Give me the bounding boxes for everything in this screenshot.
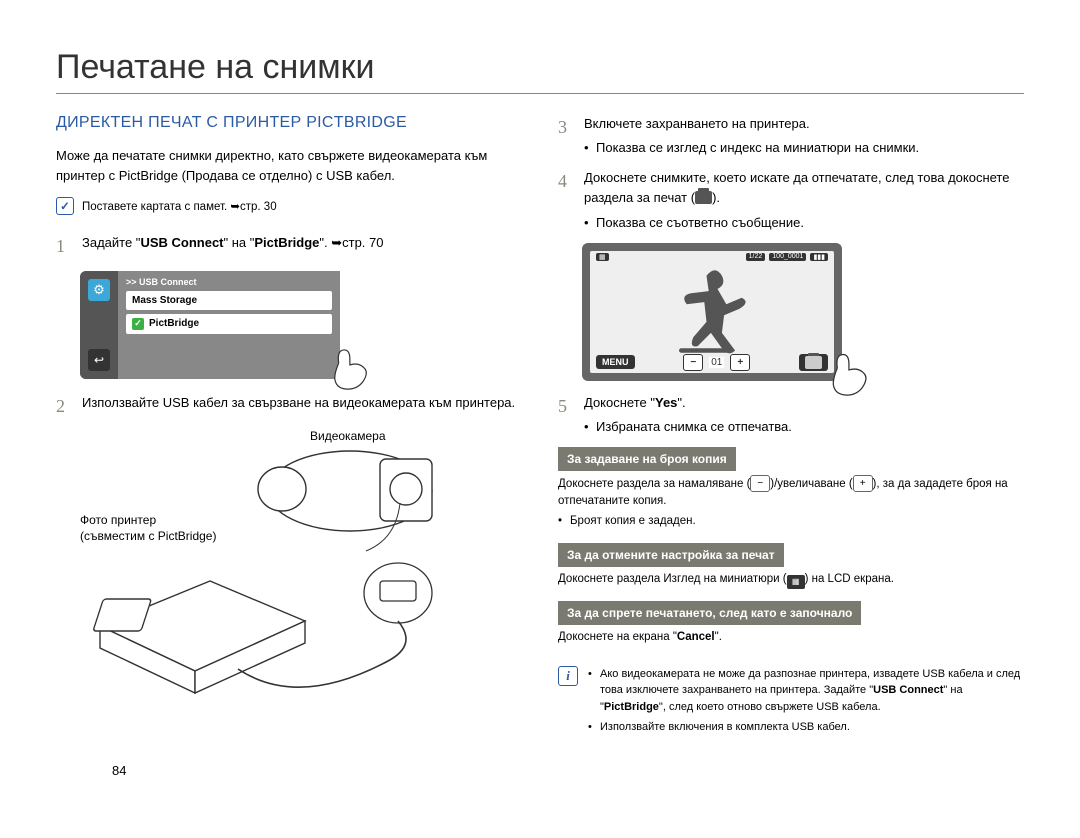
tip-copies-heading: За задаване на броя копия <box>558 447 736 471</box>
thumbnail-icon: ▦ <box>787 575 805 589</box>
check-icon: ✓ <box>132 318 144 330</box>
printer-icon <box>695 191 712 204</box>
steps-right: 3 Включете захранването на принтера. Пок… <box>558 114 1024 233</box>
step-number: 1 <box>56 233 72 261</box>
step-4-text: Докоснете снимките, което искате да отпе… <box>584 170 1009 205</box>
preview-top-bar: ▦ 1/22 100_0001 ▮▮▮ <box>596 253 828 261</box>
section-heading: ДИРЕКТЕН ПЕЧАТ С ПРИНТЕР PICTBRIDGE <box>56 114 522 132</box>
photo-preview-screen: ▦ 1/22 100_0001 ▮▮▮ MENU − 01 + <box>582 243 842 381</box>
tip-copies-body: Докоснете раздела за намаляване (−)/увел… <box>558 471 1024 533</box>
touch-hand-icon <box>320 335 376 391</box>
usb-item-mass-storage: Mass Storage <box>126 291 332 310</box>
step-4-bullet: Показва се съответно съобщение. <box>584 213 1024 233</box>
back-icon: ↩ <box>88 349 110 371</box>
step-3: 3 Включете захранването на принтера. Пок… <box>558 114 1024 158</box>
intro-paragraph: Може да печатате снимки директно, като с… <box>56 146 522 185</box>
minus-icon: − <box>750 475 770 492</box>
info-icon: i <box>558 666 578 686</box>
step-2: 2 Използвайте USB кабел за свързване на … <box>56 393 522 421</box>
step-number: 2 <box>56 393 72 421</box>
step-5-text: Докоснете "Yes". <box>584 395 686 410</box>
step-4: 4 Докоснете снимките, което искате да от… <box>558 168 1024 232</box>
tip-cancel-heading: За да отмените настройка за печат <box>558 543 784 567</box>
steps-left: 1 Задайте "USB Connect" на "PictBridge".… <box>56 233 522 261</box>
step-3-text: Включете захранването на принтера. <box>584 116 810 131</box>
gear-icon: ⚙ <box>88 279 110 301</box>
step-number: 3 <box>558 114 574 158</box>
touch-hand-icon <box>818 339 876 397</box>
usb-screen-sidebar: ⚙ ↩ <box>80 271 118 379</box>
tip-copies-bullet: Броят копия е зададен. <box>558 513 1024 530</box>
usb-screen-title: >> USB Connect <box>126 277 332 287</box>
left-column: ДИРЕКТЕН ПЕЧАТ С ПРИНТЕР PICTBRIDGE Може… <box>56 114 522 740</box>
step-5: 5 Докоснете "Yes". Избраната снимка се о… <box>558 393 1024 437</box>
step-number: 5 <box>558 393 574 437</box>
memory-card-note: ✓ Поставете картата с памет. ➥стр. 30 <box>56 197 522 215</box>
tip-copies: За задаване на броя копия Докоснете разд… <box>558 447 1024 533</box>
memory-card-note-text: Поставете картата с памет. ➥стр. 30 <box>82 199 277 213</box>
step-2-text: Използвайте USB кабел за свързване на ви… <box>82 393 522 421</box>
connection-illustration: Видеокамера Фото принтер (съвместим с Pi… <box>80 431 500 701</box>
bottom-note-1: Ако видеокамерата не може да разпознае п… <box>588 666 1024 716</box>
menu-button: MENU <box>596 355 635 369</box>
tip-stop-heading: За да спрете печатането, след като е зап… <box>558 601 861 625</box>
plus-icon: + <box>853 475 873 492</box>
usb-connect-screen: ⚙ ↩ >> USB Connect Mass Storage ✓ PictBr… <box>80 271 340 379</box>
skater-silhouette-icon <box>657 262 767 362</box>
preview-bottom-bar: MENU − 01 + <box>596 354 828 371</box>
tip-cancel-body: Докоснете раздела Изглед на миниатюри (▦… <box>558 567 1024 591</box>
decrease-copies-button: − <box>683 354 703 371</box>
battery-icon: ▮▮▮ <box>810 253 828 261</box>
step-number: 4 <box>558 168 574 232</box>
page-title: Печатане на снимки <box>56 48 1024 94</box>
usb-screen-main: >> USB Connect Mass Storage ✓ PictBridge <box>118 271 340 379</box>
preview-counter: 1/22 <box>746 253 766 261</box>
steps-left-2: 2 Използвайте USB кабел за свързване на … <box>56 393 522 421</box>
steps-right-2: 5 Докоснете "Yes". Избраната снимка се о… <box>558 393 1024 437</box>
bottom-note-2: Използвайте включения в комплекта USB ка… <box>588 719 1024 736</box>
check-icon: ✓ <box>56 197 74 215</box>
usb-item-pictbridge: ✓ PictBridge <box>126 314 332 334</box>
step-1: 1 Задайте "USB Connect" на "PictBridge".… <box>56 233 522 261</box>
copies-count: 01 <box>709 357 724 368</box>
step-5-bullet: Избраната снимка се отпечатва. <box>584 417 1024 437</box>
step-3-bullet: Показва се изглед с индекс на миниатюри … <box>584 138 1024 158</box>
two-column-layout: ДИРЕКТЕН ПЕЧАТ С ПРИНТЕР PICTBRIDGE Може… <box>56 114 1024 740</box>
page-number: 84 <box>112 763 126 778</box>
preview-thumb-icon: ▦ <box>596 253 609 261</box>
tip-stop-print: За да спрете печатането, след като е зап… <box>558 601 1024 648</box>
tip-cancel-setting: За да отмените настройка за печат Докосн… <box>558 543 1024 591</box>
connection-diagram-icon <box>80 431 500 701</box>
tip-stop-body: Докоснете на екрана "Cancel". <box>558 625 1024 648</box>
right-column: 3 Включете захранването на принтера. Пок… <box>558 114 1024 740</box>
step-1-text: Задайте "USB Connect" на "PictBridge". ➥… <box>82 233 522 261</box>
increase-copies-button: + <box>730 354 750 371</box>
bottom-notes: i Ако видеокамерата не може да разпознае… <box>558 666 1024 740</box>
preview-filename: 100_0001 <box>769 253 806 261</box>
